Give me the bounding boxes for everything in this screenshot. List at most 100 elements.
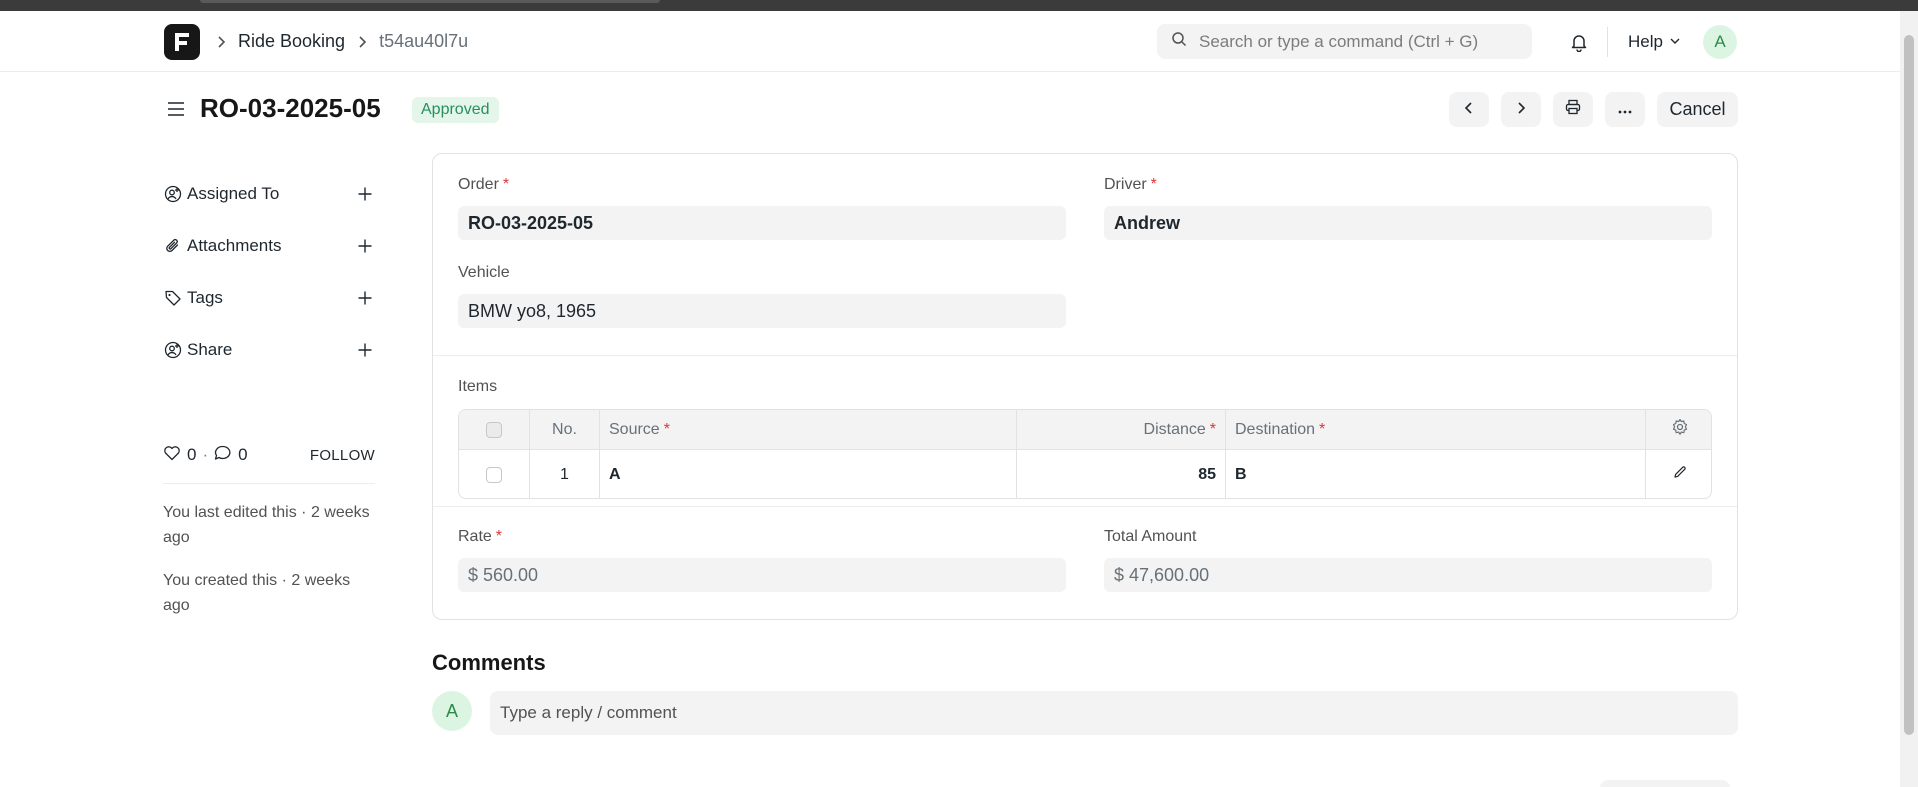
breadcrumb-doctype[interactable]: Ride Booking: [238, 31, 345, 52]
plus-icon[interactable]: [355, 340, 375, 360]
heart-icon: [163, 445, 181, 466]
plus-icon[interactable]: [355, 236, 375, 256]
navbar-divider: [1607, 27, 1608, 57]
comments-heading: Comments: [432, 650, 546, 675]
chevron-right-icon: [214, 35, 228, 49]
sidebar-item-label: Share: [187, 340, 233, 359]
page-scrollbar[interactable]: [1900, 11, 1918, 787]
search-bar[interactable]: [1157, 24, 1532, 59]
chevron-left-icon: [1462, 99, 1476, 120]
form-card: Order * RO-03-2025-05 Driver * Andrew Vehi…: [432, 153, 1738, 620]
plus-icon[interactable]: [355, 288, 375, 308]
breadcrumb-docname[interactable]: t54au40l7u: [379, 31, 468, 52]
scrollbar-thumb[interactable]: [1904, 35, 1914, 735]
more-actions-button[interactable]: [1605, 92, 1645, 127]
required-marker: *: [663, 420, 670, 438]
section-divider: [433, 506, 1737, 507]
status-badge: Approved: [412, 97, 499, 123]
required-marker: *: [1209, 420, 1216, 438]
driver-label: Driver *: [1104, 176, 1157, 194]
breadcrumb: Ride Booking t54au40l7u: [214, 11, 468, 72]
next-doc-button[interactable]: [1501, 92, 1541, 127]
comment-submit-button-edge[interactable]: [1600, 780, 1730, 787]
browser-tab-hint: [200, 0, 660, 3]
column-header-distance[interactable]: Distance *: [1017, 410, 1226, 449]
page-title: RO-03-2025-05: [200, 93, 381, 123]
tag-icon: [163, 288, 183, 308]
likes-count: 0: [187, 445, 197, 464]
frappe-logo-icon: [175, 33, 189, 51]
page-head: RO-03-2025-05 Approved Cancel: [164, 88, 1738, 132]
comment-box[interactable]: [490, 691, 1738, 735]
created-text: You created this · 2 weeks ago: [163, 572, 351, 614]
sidebar-item-tags[interactable]: Tags: [163, 272, 375, 324]
destination-cell[interactable]: B: [1226, 450, 1646, 498]
column-settings-cell: [1646, 410, 1711, 449]
total-amount-field[interactable]: $ 47,600.00: [1104, 558, 1712, 592]
follow-button[interactable]: FOLLOW: [310, 447, 375, 464]
driver-label-text: Driver: [1104, 176, 1147, 193]
column-header-destination-text: Destination: [1235, 420, 1316, 438]
likes-comments-row: 0 · 0 FOLLOW: [163, 440, 375, 470]
comment-input[interactable]: [500, 703, 1700, 723]
column-header-source-text: Source: [609, 420, 660, 438]
order-label-text: Order: [458, 176, 499, 193]
row-checkbox[interactable]: [486, 466, 502, 483]
row-edit-cell: [1646, 450, 1711, 498]
comment-bubble-icon: [214, 445, 232, 466]
user-add-icon: [163, 184, 183, 204]
required-marker: *: [495, 528, 503, 545]
table-row[interactable]: 1 A 85 B: [459, 450, 1711, 498]
sidebar-item-label: Assigned To: [187, 184, 280, 203]
print-button[interactable]: [1553, 92, 1593, 127]
vehicle-field[interactable]: BMW yo8, 1965: [458, 294, 1066, 328]
items-table: No. Source * Distance * Destination * 1 A 8: [458, 409, 1712, 499]
gear-icon[interactable]: [1671, 418, 1689, 441]
column-header-distance-text: Distance: [1143, 420, 1206, 438]
like-button[interactable]: 0: [163, 445, 196, 466]
form-sidebar: Assigned To Attachments Tags Share: [163, 168, 375, 376]
select-all-checkbox[interactable]: [486, 421, 502, 438]
column-header-no: No.: [530, 410, 600, 449]
chevron-down-icon: [1669, 32, 1681, 52]
sidebar-toggle-icon[interactable]: [164, 97, 188, 121]
column-header-destination[interactable]: Destination *: [1226, 410, 1646, 449]
comments-count: 0: [238, 445, 248, 464]
column-header-source[interactable]: Source *: [600, 410, 1017, 449]
search-input[interactable]: [1199, 31, 1519, 52]
sidebar-item-attachments[interactable]: Attachments: [163, 220, 375, 272]
comments-count-link[interactable]: 0: [214, 445, 248, 466]
required-marker: *: [1150, 176, 1157, 193]
plus-icon[interactable]: [355, 184, 375, 204]
row-select-cell: [459, 450, 530, 498]
share-user-icon: [163, 340, 183, 360]
app-logo[interactable]: [164, 24, 200, 60]
help-dropdown[interactable]: Help: [1628, 29, 1681, 55]
order-label: Order *: [458, 176, 509, 194]
rate-label-text: Rate: [458, 528, 492, 545]
total-amount-label: Total Amount: [1104, 528, 1197, 545]
comment-avatar: A: [432, 691, 472, 731]
table-header-row: No. Source * Distance * Destination *: [459, 410, 1711, 450]
sidebar-item-share[interactable]: Share: [163, 324, 375, 376]
order-field[interactable]: RO-03-2025-05: [458, 206, 1066, 240]
sidebar-item-assigned-to[interactable]: Assigned To: [163, 168, 375, 220]
notifications-bell-icon[interactable]: [1566, 29, 1592, 55]
driver-field[interactable]: Andrew: [1104, 206, 1712, 240]
required-marker: *: [502, 176, 510, 193]
cancel-button[interactable]: Cancel: [1657, 92, 1738, 127]
browser-top-strip: [0, 0, 1918, 11]
search-icon: [1171, 31, 1187, 52]
rate-label: Rate *: [458, 528, 502, 546]
separator-dot: ·: [202, 445, 209, 464]
ellipsis-icon: [1617, 99, 1633, 120]
top-navbar: Ride Booking t54au40l7u Help A: [0, 11, 1900, 72]
required-marker: *: [1319, 420, 1326, 438]
pencil-edit-icon[interactable]: [1672, 464, 1688, 485]
user-avatar[interactable]: A: [1703, 25, 1737, 59]
rate-field[interactable]: $ 560.00: [458, 558, 1066, 592]
previous-doc-button[interactable]: [1449, 92, 1489, 127]
source-cell[interactable]: A: [600, 450, 1017, 498]
help-label: Help: [1628, 32, 1663, 51]
distance-cell[interactable]: 85: [1017, 450, 1226, 498]
